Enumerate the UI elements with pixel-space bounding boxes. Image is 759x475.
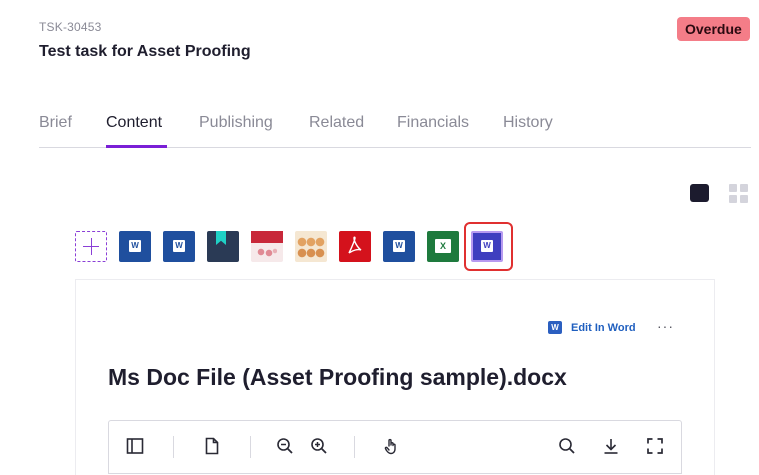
tab-publishing[interactable]: Publishing <box>199 114 273 132</box>
word-file-icon: W <box>173 240 185 252</box>
grid-view-icon[interactable] <box>729 184 749 203</box>
single-view-icon[interactable] <box>690 184 709 202</box>
asset-thumb-excel[interactable]: X <box>427 231 459 262</box>
asset-thumb-image[interactable] <box>295 231 327 262</box>
file-title: Ms Doc File (Asset Proofing sample).docx <box>108 364 567 390</box>
tab-financials[interactable]: Financials <box>397 114 469 132</box>
task-id: TSK-30453 <box>39 20 102 34</box>
task-title: Test task for Asset Proofing <box>39 43 251 60</box>
asset-thumb-word-1[interactable]: W <box>119 231 151 262</box>
word-icon: W <box>548 321 562 334</box>
asset-thumb-word-selected[interactable]: W <box>471 231 503 262</box>
status-badge: Overdue <box>677 17 750 41</box>
add-asset-button[interactable] <box>75 231 107 262</box>
sidebar-toggle-icon[interactable] <box>125 436 145 456</box>
tab-content[interactable]: Content <box>106 114 162 132</box>
zoom-out-icon[interactable] <box>275 436 295 456</box>
download-icon[interactable] <box>601 436 621 456</box>
word-file-icon: W <box>129 240 141 252</box>
edit-in-word-label: Edit In Word <box>571 321 636 334</box>
word-file-icon: W <box>393 240 405 252</box>
fullscreen-icon[interactable] <box>645 436 665 456</box>
tab-bar: Brief Content Publishing Related Financi… <box>39 108 751 148</box>
asset-thumb-document[interactable] <box>251 231 283 262</box>
more-options-icon[interactable]: ··· <box>657 318 674 334</box>
bookmark-file-icon <box>216 231 226 245</box>
asset-thumb-bookmark[interactable] <box>207 231 239 262</box>
page-icon[interactable] <box>202 436 222 456</box>
search-icon[interactable] <box>557 436 577 456</box>
word-file-icon: W <box>481 240 493 252</box>
edit-in-word-button[interactable]: W Edit In Word <box>548 321 636 334</box>
active-tab-indicator <box>106 145 167 148</box>
asset-thumb-word-3[interactable]: W <box>383 231 415 262</box>
asset-thumb-pdf[interactable] <box>339 231 371 262</box>
tab-history[interactable]: History <box>503 114 553 132</box>
excel-file-icon: X <box>435 239 451 253</box>
zoom-in-icon[interactable] <box>309 436 329 456</box>
content-panel: W Edit In Word ··· Ms Doc File (Asset Pr… <box>75 279 715 475</box>
pan-hand-icon[interactable] <box>381 436 401 456</box>
viewer-toolbar <box>108 420 682 474</box>
tab-related[interactable]: Related <box>309 114 364 132</box>
tab-brief[interactable]: Brief <box>39 114 72 132</box>
pdf-file-icon <box>348 236 362 254</box>
asset-thumb-word-2[interactable]: W <box>163 231 195 262</box>
